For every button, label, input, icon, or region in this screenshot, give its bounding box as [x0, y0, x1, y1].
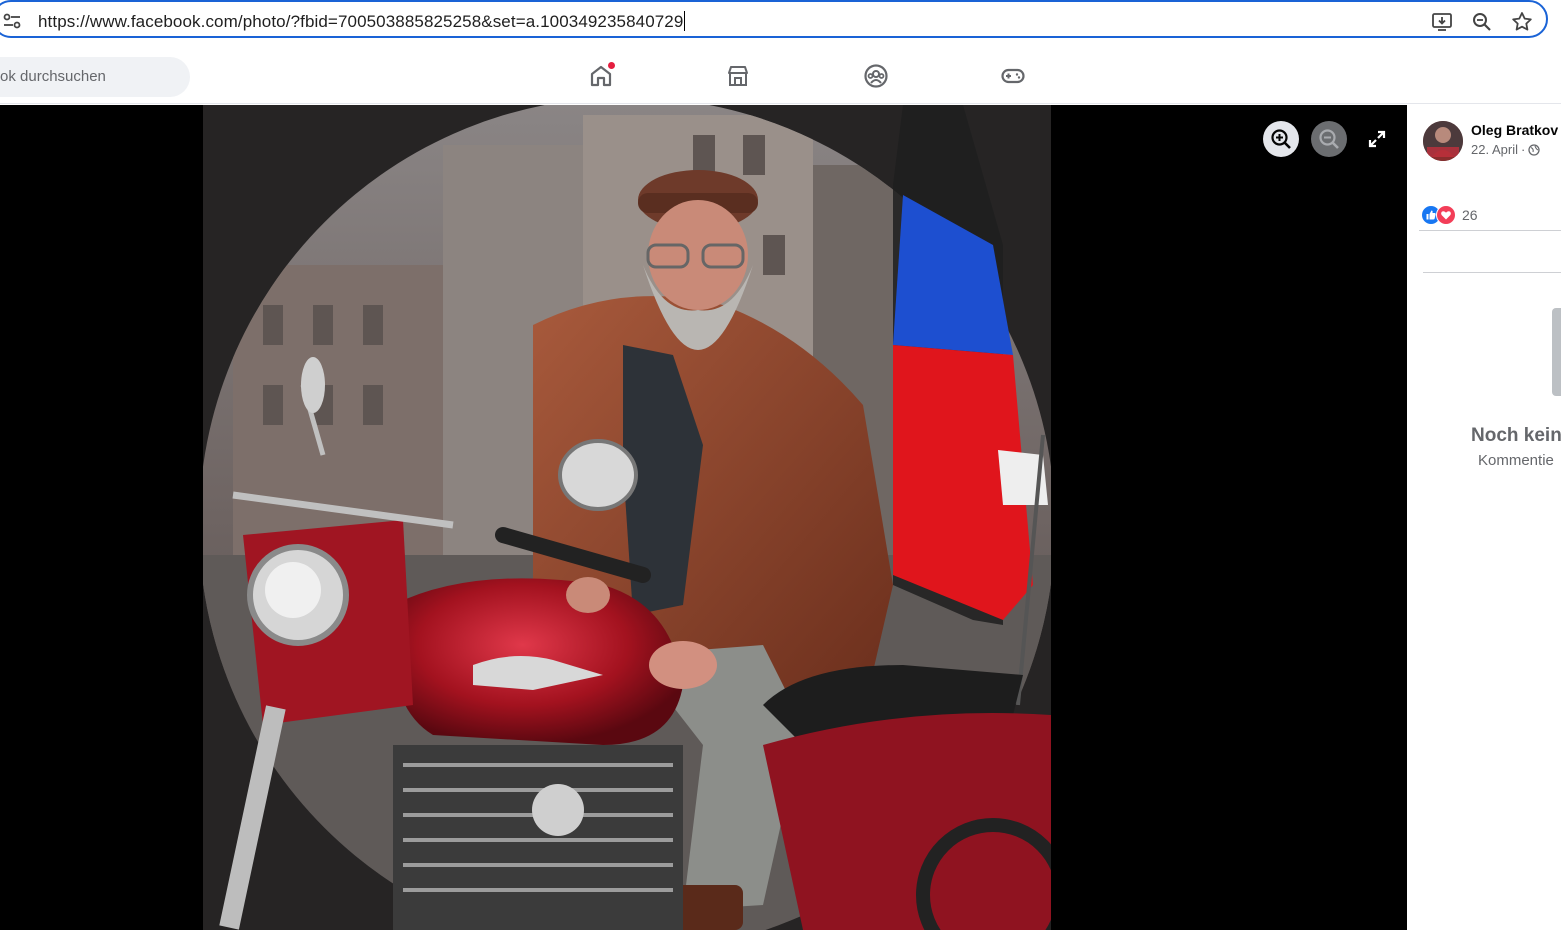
post-sidebar: Oleg Bratkov 22. April · 26 Noch kein Ko… [1407, 105, 1561, 930]
post-date-text[interactable]: 22. April [1471, 142, 1518, 157]
nav-tab-home[interactable] [581, 54, 621, 98]
reaction-count: 26 [1462, 207, 1478, 223]
zoom-icon[interactable] [1470, 10, 1494, 34]
date-separator: · [1520, 142, 1526, 157]
nav-tab-groups[interactable] [856, 54, 896, 98]
motorcycle-photo[interactable] [203, 105, 1051, 930]
fullscreen-icon [1368, 130, 1386, 148]
site-info-icon[interactable] [2, 12, 22, 30]
reaction-summary[interactable]: 26 [1421, 205, 1478, 225]
no-comments-title: Noch kein [1471, 425, 1561, 446]
post-author-name[interactable]: Oleg Bratkov [1471, 122, 1558, 138]
search-placeholder: ok durchsuchen [0, 68, 106, 85]
divider [1423, 272, 1561, 273]
notification-dot [608, 62, 615, 69]
avatar[interactable] [1423, 121, 1463, 161]
scrollbar-thumb[interactable] [1552, 308, 1561, 396]
zoom-in-icon [1271, 129, 1291, 149]
text-caret [684, 11, 686, 31]
url-text[interactable]: https://www.facebook.com/photo/?fbid=700… [38, 11, 686, 32]
zoom-out-button[interactable] [1311, 121, 1347, 157]
zoom-in-button[interactable] [1263, 121, 1299, 157]
gaming-icon [1001, 68, 1025, 84]
groups-icon [864, 64, 888, 88]
bookmark-star-icon[interactable] [1510, 10, 1534, 34]
zoom-out-icon [1319, 129, 1339, 149]
love-reaction-icon [1436, 205, 1456, 225]
address-bar[interactable]: https://www.facebook.com/photo/?fbid=700… [0, 0, 1548, 38]
photo-viewer [0, 105, 1407, 930]
marketplace-icon [728, 66, 748, 86]
globe-icon [1528, 143, 1540, 156]
fullscreen-button[interactable] [1359, 121, 1395, 157]
nav-tab-gaming[interactable] [993, 54, 1033, 98]
post-date: 22. April · [1471, 142, 1540, 157]
browser-toolbar: https://www.facebook.com/photo/?fbid=700… [0, 0, 1561, 44]
url-value: https://www.facebook.com/photo/?fbid=700… [38, 12, 684, 31]
facebook-top-nav: ok durchsuchen [0, 46, 1561, 104]
divider [1419, 230, 1561, 231]
no-comments-subtitle: Kommentie [1478, 452, 1554, 469]
nav-tab-marketplace[interactable] [718, 54, 758, 98]
install-app-icon[interactable] [1430, 10, 1454, 34]
facebook-search-input[interactable]: ok durchsuchen [0, 57, 190, 97]
